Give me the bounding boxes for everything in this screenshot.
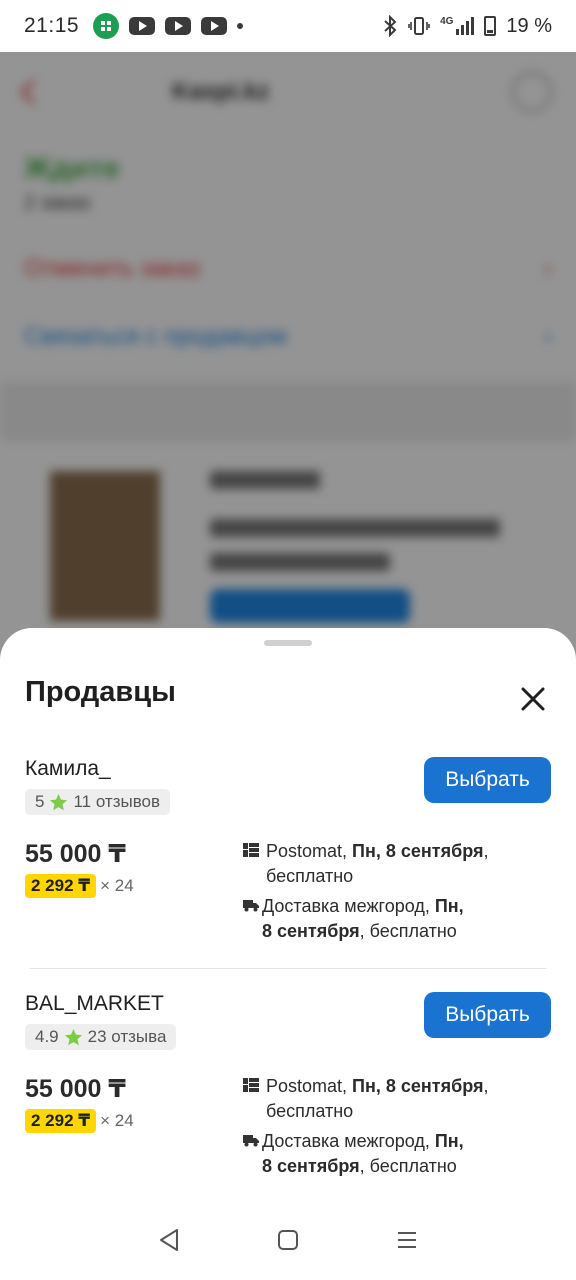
installment: 2 292 ₸ × 24 (25, 874, 134, 898)
system-nav-bar (0, 1200, 576, 1280)
divider (29, 968, 547, 969)
delivery-option-postomat: Postomat, Пн, 8 сентября, бесплатно (243, 839, 493, 889)
installment: 2 292 ₸ × 24 (25, 1109, 134, 1133)
back-nav-button[interactable] (149, 1220, 189, 1260)
sheet-grabber[interactable] (264, 640, 312, 646)
close-button[interactable] (514, 680, 552, 718)
youtube-notification-icon (165, 17, 192, 35)
seller-name: BAL_MARKET (25, 992, 164, 1015)
back-nav-icon (160, 1229, 179, 1251)
vibrate-icon (408, 17, 430, 35)
home-nav-icon (277, 1230, 298, 1250)
postomat-price: бесплатно (266, 866, 354, 886)
youtube-notification-icon (201, 17, 228, 35)
star-icon (50, 793, 68, 810)
star-icon (64, 1028, 82, 1045)
truck-icon (243, 900, 259, 912)
youtube-notification-icon (129, 17, 156, 35)
signal-icon (456, 17, 475, 35)
home-nav-button[interactable] (268, 1220, 308, 1260)
battery-percent: 19 % (506, 14, 552, 37)
sheet-title: Продавцы (25, 676, 176, 708)
delivery-option-intercity: Доставка межгород, Пн, 8 сентября, беспла… (243, 894, 493, 944)
installment-amount: 2 292 ₸ (25, 874, 97, 898)
intercity-price: , бесплатно (359, 1156, 457, 1176)
sellers-sheet: Продавцы Камила_ 5 11 отзывов Выбрать 55… (0, 628, 576, 1280)
menu-nav-icon (397, 1232, 416, 1248)
installment-months: × 24 (100, 876, 134, 895)
notification-icons (93, 13, 244, 39)
intercity-price: , бесплатно (359, 921, 457, 941)
choose-seller-button[interactable]: Выбрать (424, 757, 551, 803)
postomat-date: Пн, 8 сентября (352, 841, 484, 861)
intercity-day: Пн, (434, 896, 464, 916)
choose-seller-button[interactable]: Выбрать (424, 992, 551, 1038)
installment-amount: 2 292 ₸ (25, 1109, 97, 1133)
delivery-option-postomat: Postomat, Пн, 8 сентября, бесплатно (243, 1074, 493, 1124)
bluetooth-icon (384, 15, 397, 37)
status-bar: 21:15 4G 19 % (0, 0, 576, 52)
price: 55 000 ₸ (25, 840, 126, 868)
postomat-label: Postomat, (266, 841, 353, 861)
reviews-count: 11 отзывов (73, 792, 161, 811)
postomat-comma: , (483, 841, 489, 861)
intercity-date: 8 сентября (262, 921, 360, 941)
postomat-comma: , (483, 1076, 489, 1096)
installment-months: × 24 (100, 1111, 134, 1130)
intercity-day: Пн, (434, 1131, 464, 1151)
postomat-icon (243, 1078, 259, 1092)
close-icon (521, 687, 545, 711)
intercity-label: Доставка межгород, (262, 1131, 435, 1151)
seller-card: Камила_ 5 11 отзывов Выбрать 55 000 ₸ 2 … (25, 757, 551, 957)
seller-name: Камила_ (25, 757, 111, 780)
price: 55 000 ₸ (25, 1075, 126, 1103)
postomat-price: бесплатно (266, 1101, 354, 1121)
app-notification-icon (93, 13, 120, 39)
truck-icon (243, 1135, 259, 1147)
rating-value: 5 (35, 792, 45, 811)
more-notifications-icon (237, 23, 244, 29)
rating-value: 4.9 (35, 1027, 59, 1046)
delivery-option-intercity: Доставка межгород, Пн, 8 сентября, беспла… (243, 1129, 493, 1179)
postomat-date: Пн, 8 сентября (352, 1076, 484, 1096)
postomat-label: Postomat, (266, 1076, 353, 1096)
menu-nav-button[interactable] (387, 1220, 427, 1260)
seller-card: BAL_MARKET 4.9 23 отзыва Выбрать 55 000 … (25, 992, 551, 1192)
network-type: 4G (440, 16, 454, 27)
postomat-icon (243, 843, 259, 857)
dim-overlay[interactable] (0, 52, 576, 672)
status-right: 4G 19 % (382, 15, 552, 38)
intercity-date: 8 сентября (262, 1156, 360, 1176)
rating-badge: 5 11 отзывов (25, 789, 171, 815)
reviews-count: 23 отзыва (87, 1027, 167, 1046)
rating-badge: 4.9 23 отзыва (25, 1024, 177, 1050)
status-time: 21:15 (24, 14, 80, 37)
intercity-label: Доставка межгород, (262, 896, 435, 916)
battery-icon (484, 16, 497, 36)
